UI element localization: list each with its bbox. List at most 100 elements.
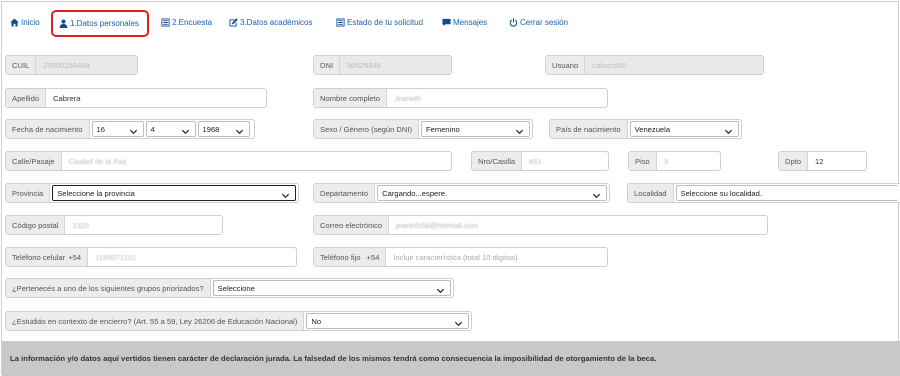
nav-estado-label: Estado de tu solicitud <box>347 17 424 27</box>
chevron-down-icon <box>436 286 445 295</box>
nav-cerrar-sesion[interactable]: Cerrar sesión <box>509 14 568 30</box>
nav-datos-personales[interactable]: 1.Datos personales <box>51 10 149 37</box>
pais-select[interactable]: Venezuela <box>629 121 739 137</box>
list-icon <box>336 17 345 27</box>
sexo-field: Sexo / Género (según DNI) Femenino <box>313 119 533 139</box>
piso-label: Piso <box>629 152 657 170</box>
dni-input[interactable]: 90529848 <box>340 56 451 74</box>
chevron-down-icon <box>515 127 524 136</box>
pais-field: País de nacimiento Venezuela <box>549 119 742 139</box>
dpto-input[interactable]: 12 <box>808 152 866 170</box>
codigo-postal-field: Código postal 1325 <box>5 215 223 235</box>
encierro-value: No <box>311 316 322 326</box>
cuil-label: CUIL <box>6 56 37 74</box>
encierro-field: ¿Estudiás en contexto de encierro? (Art.… <box>5 311 472 331</box>
user-icon <box>59 19 68 28</box>
nav-inicio-label: Inicio <box>21 17 40 27</box>
celular-label: Teléfono celular <box>6 248 69 266</box>
chevron-down-icon <box>724 127 733 136</box>
provincia-label: Provincia <box>6 184 51 202</box>
month-value: 4 <box>150 124 155 134</box>
fecha-label: Fecha de nacimiento <box>6 120 90 138</box>
page-frame: Inicio 1.Datos personales 2.Encuesta 3.D… <box>1 1 900 376</box>
day-select[interactable]: 16 <box>91 121 144 137</box>
localidad-select[interactable]: Seleccione su localidad. <box>675 185 898 201</box>
top-nav: Inicio 1.Datos personales 2.Encuesta 3.D… <box>2 2 900 42</box>
localidad-label: Localidad <box>628 184 674 202</box>
usuario-field: Usuario cabrera50 <box>545 55 764 75</box>
encierro-select[interactable]: No <box>306 313 469 329</box>
fecha-nacimiento-field: Fecha de nacimiento 16 4 1968 <box>5 119 255 139</box>
dni-label: DNI <box>314 56 341 74</box>
usuario-label: Usuario <box>546 56 586 74</box>
fijo-input[interactable]: Incluir característica (total 10 dígitos… <box>386 248 607 266</box>
correo-label: Correo electrónico <box>314 216 390 234</box>
celular-field: Teléfono celular +54 1165071101 <box>5 247 297 267</box>
dni-field: DNI 90529848 <box>313 55 452 75</box>
message-icon <box>442 18 451 26</box>
nav-encuesta[interactable]: 2.Encuesta <box>161 14 212 30</box>
localidad-field: Localidad Seleccione su localidad. <box>627 183 900 203</box>
provincia-value: Seleccione la provincia <box>57 188 135 198</box>
grupos-label: ¿Pertenecés a uno de los siguientes grup… <box>6 279 211 297</box>
nombre-label: Nombre completo <box>314 89 387 107</box>
provincia-field: Provincia Seleccione la provincia <box>5 183 299 203</box>
year-value: 1968 <box>202 124 220 134</box>
nav-datos-label: 1.Datos personales <box>70 19 139 28</box>
nombre-input[interactable]: Jeaneth <box>387 89 607 107</box>
month-select[interactable]: 4 <box>145 121 196 137</box>
declaracion-jurada-notice: La información y/o datos aquí vertidos t… <box>2 341 900 376</box>
grupos-field: ¿Pertenecés a uno de los siguientes grup… <box>5 278 454 298</box>
celular-prefix: +54 <box>68 248 89 266</box>
year-select[interactable]: 1968 <box>197 121 250 137</box>
nro-label: Nro/Casilla <box>472 152 523 170</box>
correo-input[interactable]: jeaneth58@hotmail.com <box>389 216 767 234</box>
chevron-down-icon <box>454 319 463 328</box>
nav-mensajes[interactable]: Mensajes <box>442 14 487 30</box>
cp-label: Código postal <box>6 216 66 234</box>
departamento-value: Cargando...espere. <box>382 188 448 198</box>
piso-field: Piso 3 <box>628 151 721 171</box>
fijo-label: Teléfono fijo <box>314 248 365 266</box>
nav-estado-solicitud[interactable]: Estado de tu solicitud <box>336 14 423 30</box>
chevron-down-icon <box>235 127 244 136</box>
cuil-input[interactable]: 23805256484 <box>36 56 137 74</box>
cuil-field: CUIL 23805256484 <box>5 55 138 75</box>
sexo-label: Sexo / Género (según DNI) <box>314 120 420 138</box>
apellido-label: Apellido <box>6 89 47 107</box>
chevron-down-icon <box>592 191 601 200</box>
nav-cerrar-label: Cerrar sesión <box>520 17 569 27</box>
fijo-prefix: +54 <box>364 248 387 266</box>
calle-field: Calle/Pasaje Ciudad de la Paz <box>5 151 452 171</box>
dpto-label: Dpto <box>779 152 809 170</box>
cp-input[interactable]: 1325 <box>65 216 222 234</box>
correo-field: Correo electrónico jeaneth58@hotmail.com <box>313 215 768 235</box>
fijo-field: Teléfono fijo +54 Incluir característica… <box>313 247 608 267</box>
edit-icon <box>229 17 238 27</box>
home-icon <box>10 17 19 27</box>
encierro-label: ¿Estudiás en contexto de encierro? (Art.… <box>6 312 305 330</box>
celular-input[interactable]: 1165071101 <box>88 248 296 266</box>
nav-mensajes-label: Mensajes <box>453 17 488 27</box>
departamento-label: Departamento <box>314 184 376 202</box>
calle-input[interactable]: Ciudad de la Paz <box>62 152 451 170</box>
piso-input[interactable]: 3 <box>657 152 720 170</box>
calle-label: Calle/Pasaje <box>6 152 62 170</box>
chevron-down-icon <box>281 191 290 200</box>
apellido-input[interactable]: Cabrera <box>46 89 266 107</box>
departamento-select[interactable]: Cargando...espere. <box>377 185 607 201</box>
provincia-select[interactable]: Seleccione la provincia <box>52 185 296 201</box>
usuario-input[interactable]: cabrera50 <box>585 56 763 74</box>
nav-academicos-label: 3.Datos académicos <box>240 17 313 27</box>
apellido-field: Apellido Cabrera <box>5 88 267 108</box>
grupos-select[interactable]: Seleccione <box>212 280 451 296</box>
day-value: 16 <box>96 124 105 134</box>
power-icon <box>509 17 518 27</box>
nav-datos-academicos[interactable]: 3.Datos académicos <box>229 14 312 30</box>
footer-text: La información y/o datos aquí vertidos t… <box>10 354 657 363</box>
nro-input[interactable]: 651 <box>522 152 608 170</box>
nav-inicio[interactable]: Inicio <box>10 14 40 30</box>
sexo-select[interactable]: Femenino <box>421 121 530 137</box>
sexo-value: Femenino <box>426 124 460 134</box>
nro-field: Nro/Casilla 651 <box>471 151 609 171</box>
